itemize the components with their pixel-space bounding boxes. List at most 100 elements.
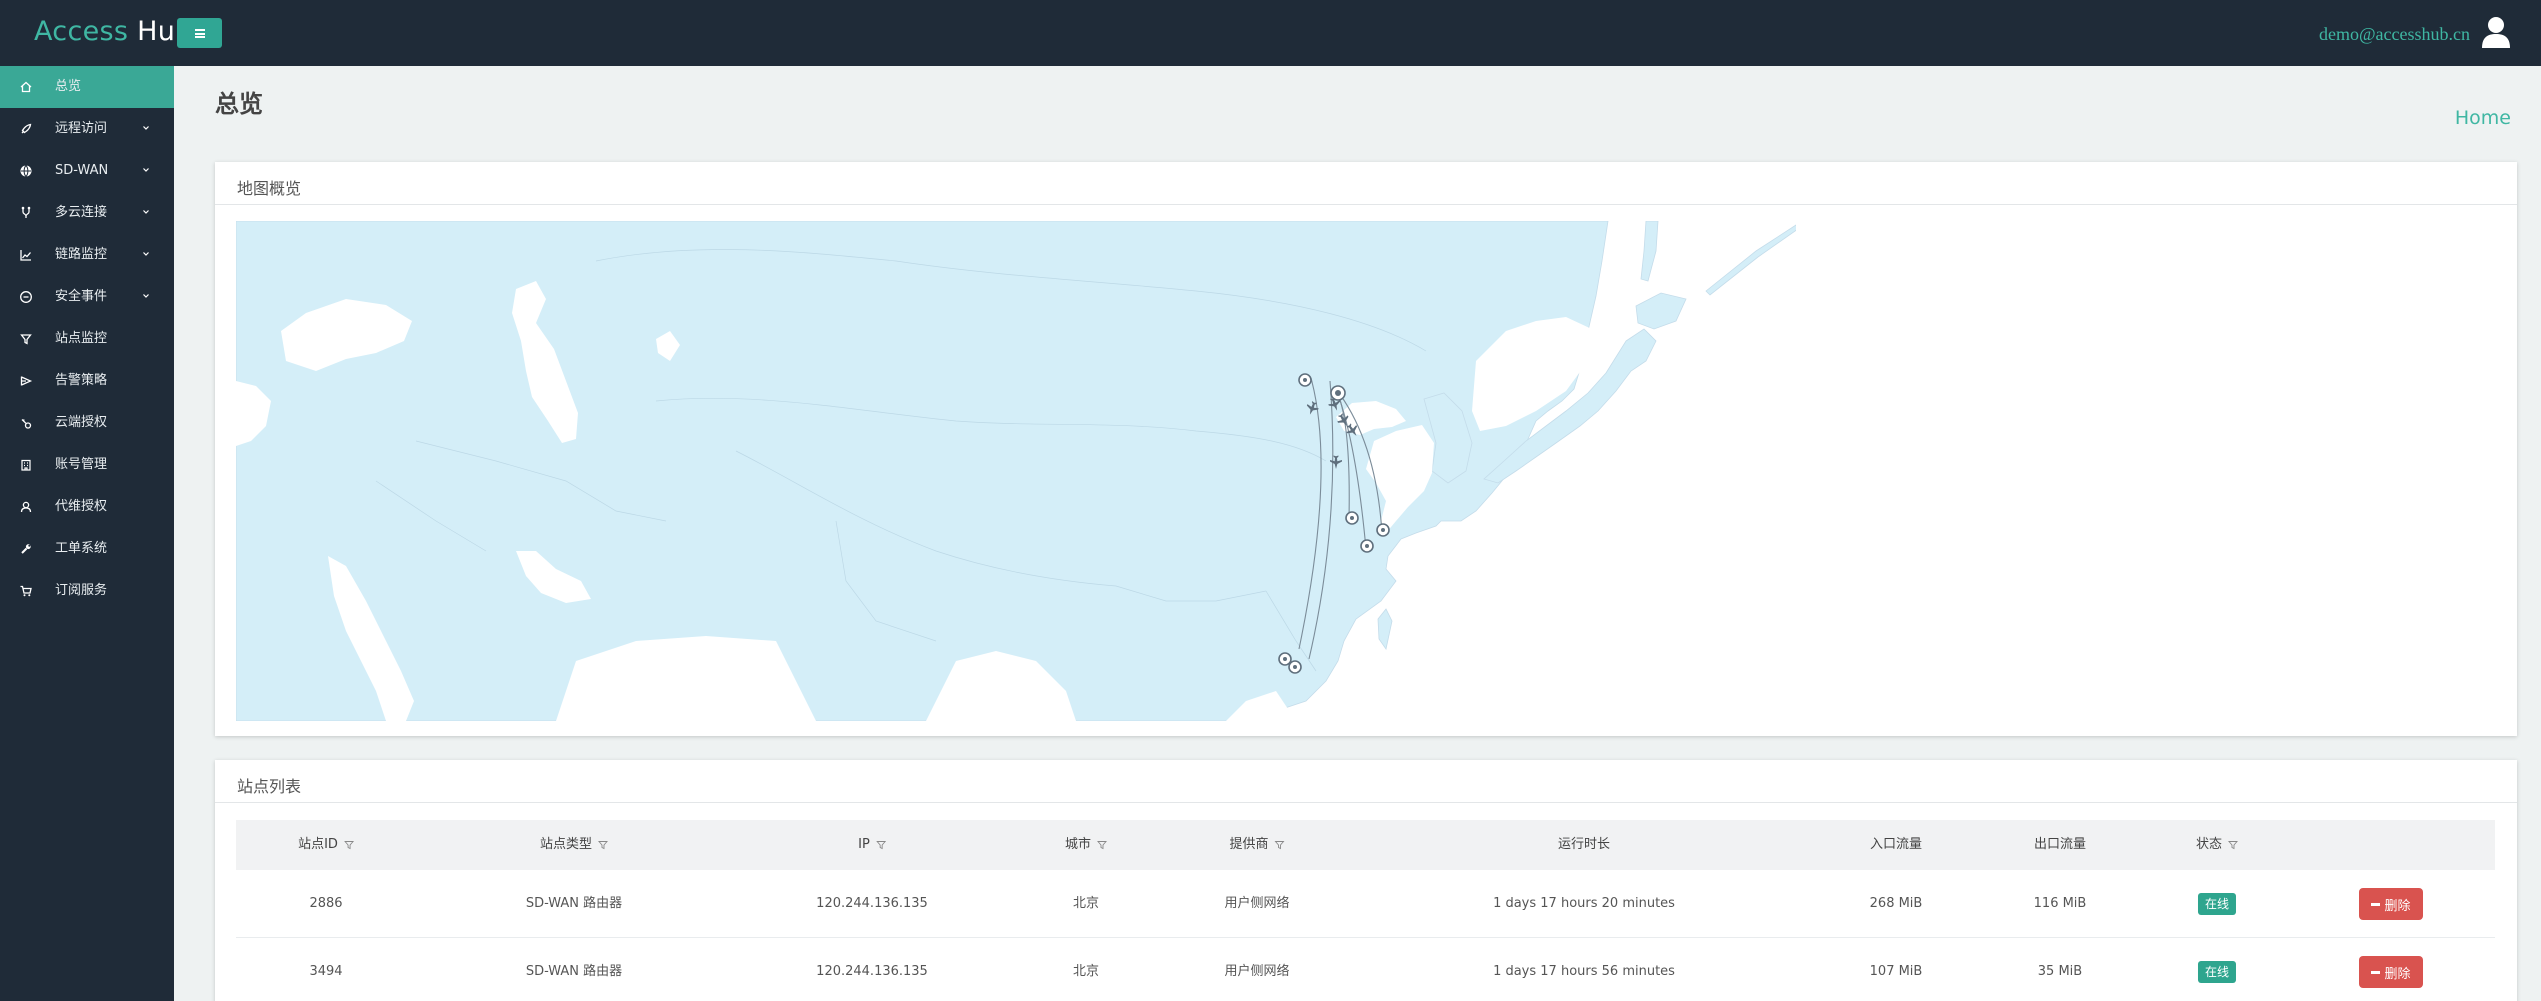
column-label: 出口流量 [2033, 837, 2087, 852]
minus-icon [2371, 970, 2381, 974]
filter-icon[interactable] [598, 840, 608, 850]
sidebar-item-ops-authorization[interactable]: 代维授权 [0, 486, 174, 528]
status-badge: 在线 [2197, 960, 2237, 983]
column-header-status[interactable]: 状态 [2196, 820, 2238, 870]
sidebar-item-site-monitor[interactable]: 站点监控 [0, 318, 174, 360]
sidebar-item-overview[interactable]: 总览 [0, 66, 174, 108]
cell-uptime: 1 days 17 hours 56 minutes [1493, 964, 1675, 979]
land-kuril [1705, 224, 1796, 296]
column-header-site-id[interactable]: 站点ID [298, 820, 354, 870]
cart-icon [20, 585, 32, 597]
breadcrumb-home-link[interactable]: Home [2455, 107, 2511, 129]
sidebar-item-account-management[interactable]: 账号管理 [0, 444, 174, 486]
column-label: 运行时长 [1557, 837, 1611, 852]
user-icon [20, 501, 32, 513]
world-map [236, 221, 1796, 721]
map-card-title: 地图概览 [237, 179, 302, 198]
cell-outbound: 116 MiB [2033, 896, 2087, 911]
table-header: 站点ID 站点类型 IP 城市 提供商 运行时长 入口流量 出口流量 状态 [236, 820, 2495, 870]
minus-circle-icon [20, 291, 32, 303]
column-label: 提供商 [1229, 837, 1269, 852]
branch-icon [21, 206, 31, 218]
app-logo[interactable]: Access Hub [34, 14, 193, 50]
rocket-icon [21, 123, 32, 134]
top-navbar: Access Hub demo@accesshub.cn [0, 0, 2541, 66]
cell-site-id: 2886 [309, 896, 343, 911]
column-header-outbound: 出口流量 [2034, 820, 2086, 870]
land-taiwan [1377, 608, 1393, 650]
delete-button[interactable]: 删除 [2359, 956, 2423, 988]
send-icon [20, 376, 33, 386]
chevron-down-icon [143, 252, 149, 256]
chevron-down-icon [143, 210, 149, 214]
filter-icon[interactable] [343, 840, 354, 850]
cell-status: 在线 [2197, 938, 2237, 1001]
site-list-card: 站点列表 站点ID 站点类型 IP 城市 提供商 运行时长 入口流量 出口流量 … [215, 760, 2517, 1001]
cell-city: 北京 [1072, 896, 1100, 911]
cell-ip: 120.244.136.135 [816, 896, 928, 911]
chart-line-icon [20, 250, 31, 261]
land-hokkaido [1635, 292, 1687, 330]
cell-status: 在线 [2197, 870, 2237, 938]
cell-provider: 用户侧网络 [1224, 964, 1290, 979]
hamburger-icon [194, 28, 205, 38]
sidebar-item-label: 云端授权 [55, 415, 108, 430]
sidebar-item-label: 工单系统 [55, 541, 108, 556]
sidebar-item-label: 多云连接 [55, 205, 108, 220]
sidebar-toggle-button[interactable] [177, 18, 222, 48]
sidebar-item-link-monitor[interactable]: 链路监控 [0, 234, 174, 276]
sidebar-item-cloud-license[interactable]: 云端授权 [0, 402, 174, 444]
table-row: 2886 SD-WAN 路由器 120.244.136.135 北京 用户侧网络… [236, 870, 2495, 938]
land-sakhalin [1640, 221, 1659, 282]
logo-text-access: Access [34, 16, 129, 47]
column-header-ip[interactable]: IP [858, 820, 886, 870]
column-label: 站点类型 [539, 837, 593, 852]
sidebar-item-label: SD-WAN [55, 163, 109, 178]
site-list-title: 站点列表 [237, 777, 302, 796]
sidebar-item-label: 安全事件 [55, 289, 108, 304]
user-email-link[interactable]: demo@accesshub.cn [2319, 24, 2470, 45]
sidebar-item-security-events[interactable]: 安全事件 [0, 276, 174, 318]
column-header-inbound: 入口流量 [1870, 820, 1922, 870]
globe-icon [20, 165, 32, 177]
column-header-site-type[interactable]: 站点类型 [540, 820, 608, 870]
column-header-provider[interactable]: 提供商 [1229, 820, 1285, 870]
cell-inbound: 107 MiB [1869, 964, 1923, 979]
column-label: 入口流量 [1869, 837, 1923, 852]
filter-icon[interactable] [875, 840, 886, 850]
sidebar-item-label: 总览 [55, 79, 82, 94]
cell-site-type: SD-WAN 路由器 [525, 964, 623, 979]
status-badge: 在线 [2197, 892, 2237, 915]
sidebar-item-label: 站点监控 [55, 331, 108, 346]
sidebar-item-multi-cloud[interactable]: 多云连接 [0, 192, 174, 234]
column-label: 城市 [1064, 837, 1092, 852]
sidebar-item-label: 订阅服务 [55, 583, 108, 598]
cell-uptime: 1 days 17 hours 20 minutes [1493, 896, 1675, 911]
sidebar-item-sd-wan[interactable]: SD-WAN [0, 150, 174, 192]
cell-site-type: SD-WAN 路由器 [525, 896, 623, 911]
cell-ip: 120.244.136.135 [816, 964, 928, 979]
sidebar-item-label: 代维授权 [55, 499, 108, 514]
wrench-icon [21, 544, 31, 554]
filter-icon[interactable] [1097, 840, 1107, 850]
sidebar-item-label: 告警策略 [55, 373, 108, 388]
map-overview-card: 地图概览 [215, 162, 2517, 736]
filter-icon[interactable] [2228, 840, 2238, 850]
column-label: IP [858, 837, 870, 852]
sidebar-item-ticket-system[interactable]: 工单系统 [0, 528, 174, 570]
sidebar-item-remote-access[interactable]: 远程访问 [0, 108, 174, 150]
delete-button-label: 删除 [2384, 966, 2411, 982]
map-view[interactable] [236, 221, 1796, 721]
key-icon [21, 419, 32, 429]
column-header-city[interactable]: 城市 [1065, 820, 1107, 870]
sidebar-item-alert-policy[interactable]: 告警策略 [0, 360, 174, 402]
filter-icon[interactable] [1274, 840, 1285, 850]
column-label: 站点ID [298, 837, 338, 852]
user-avatar-icon[interactable] [2481, 16, 2511, 48]
chevron-down-icon [143, 126, 149, 130]
card-divider [215, 204, 2517, 205]
delete-button[interactable]: 删除 [2359, 888, 2423, 920]
sidebar-item-label: 远程访问 [55, 121, 108, 136]
sidebar-item-subscription[interactable]: 订阅服务 [0, 570, 174, 612]
minus-icon [2371, 902, 2381, 906]
